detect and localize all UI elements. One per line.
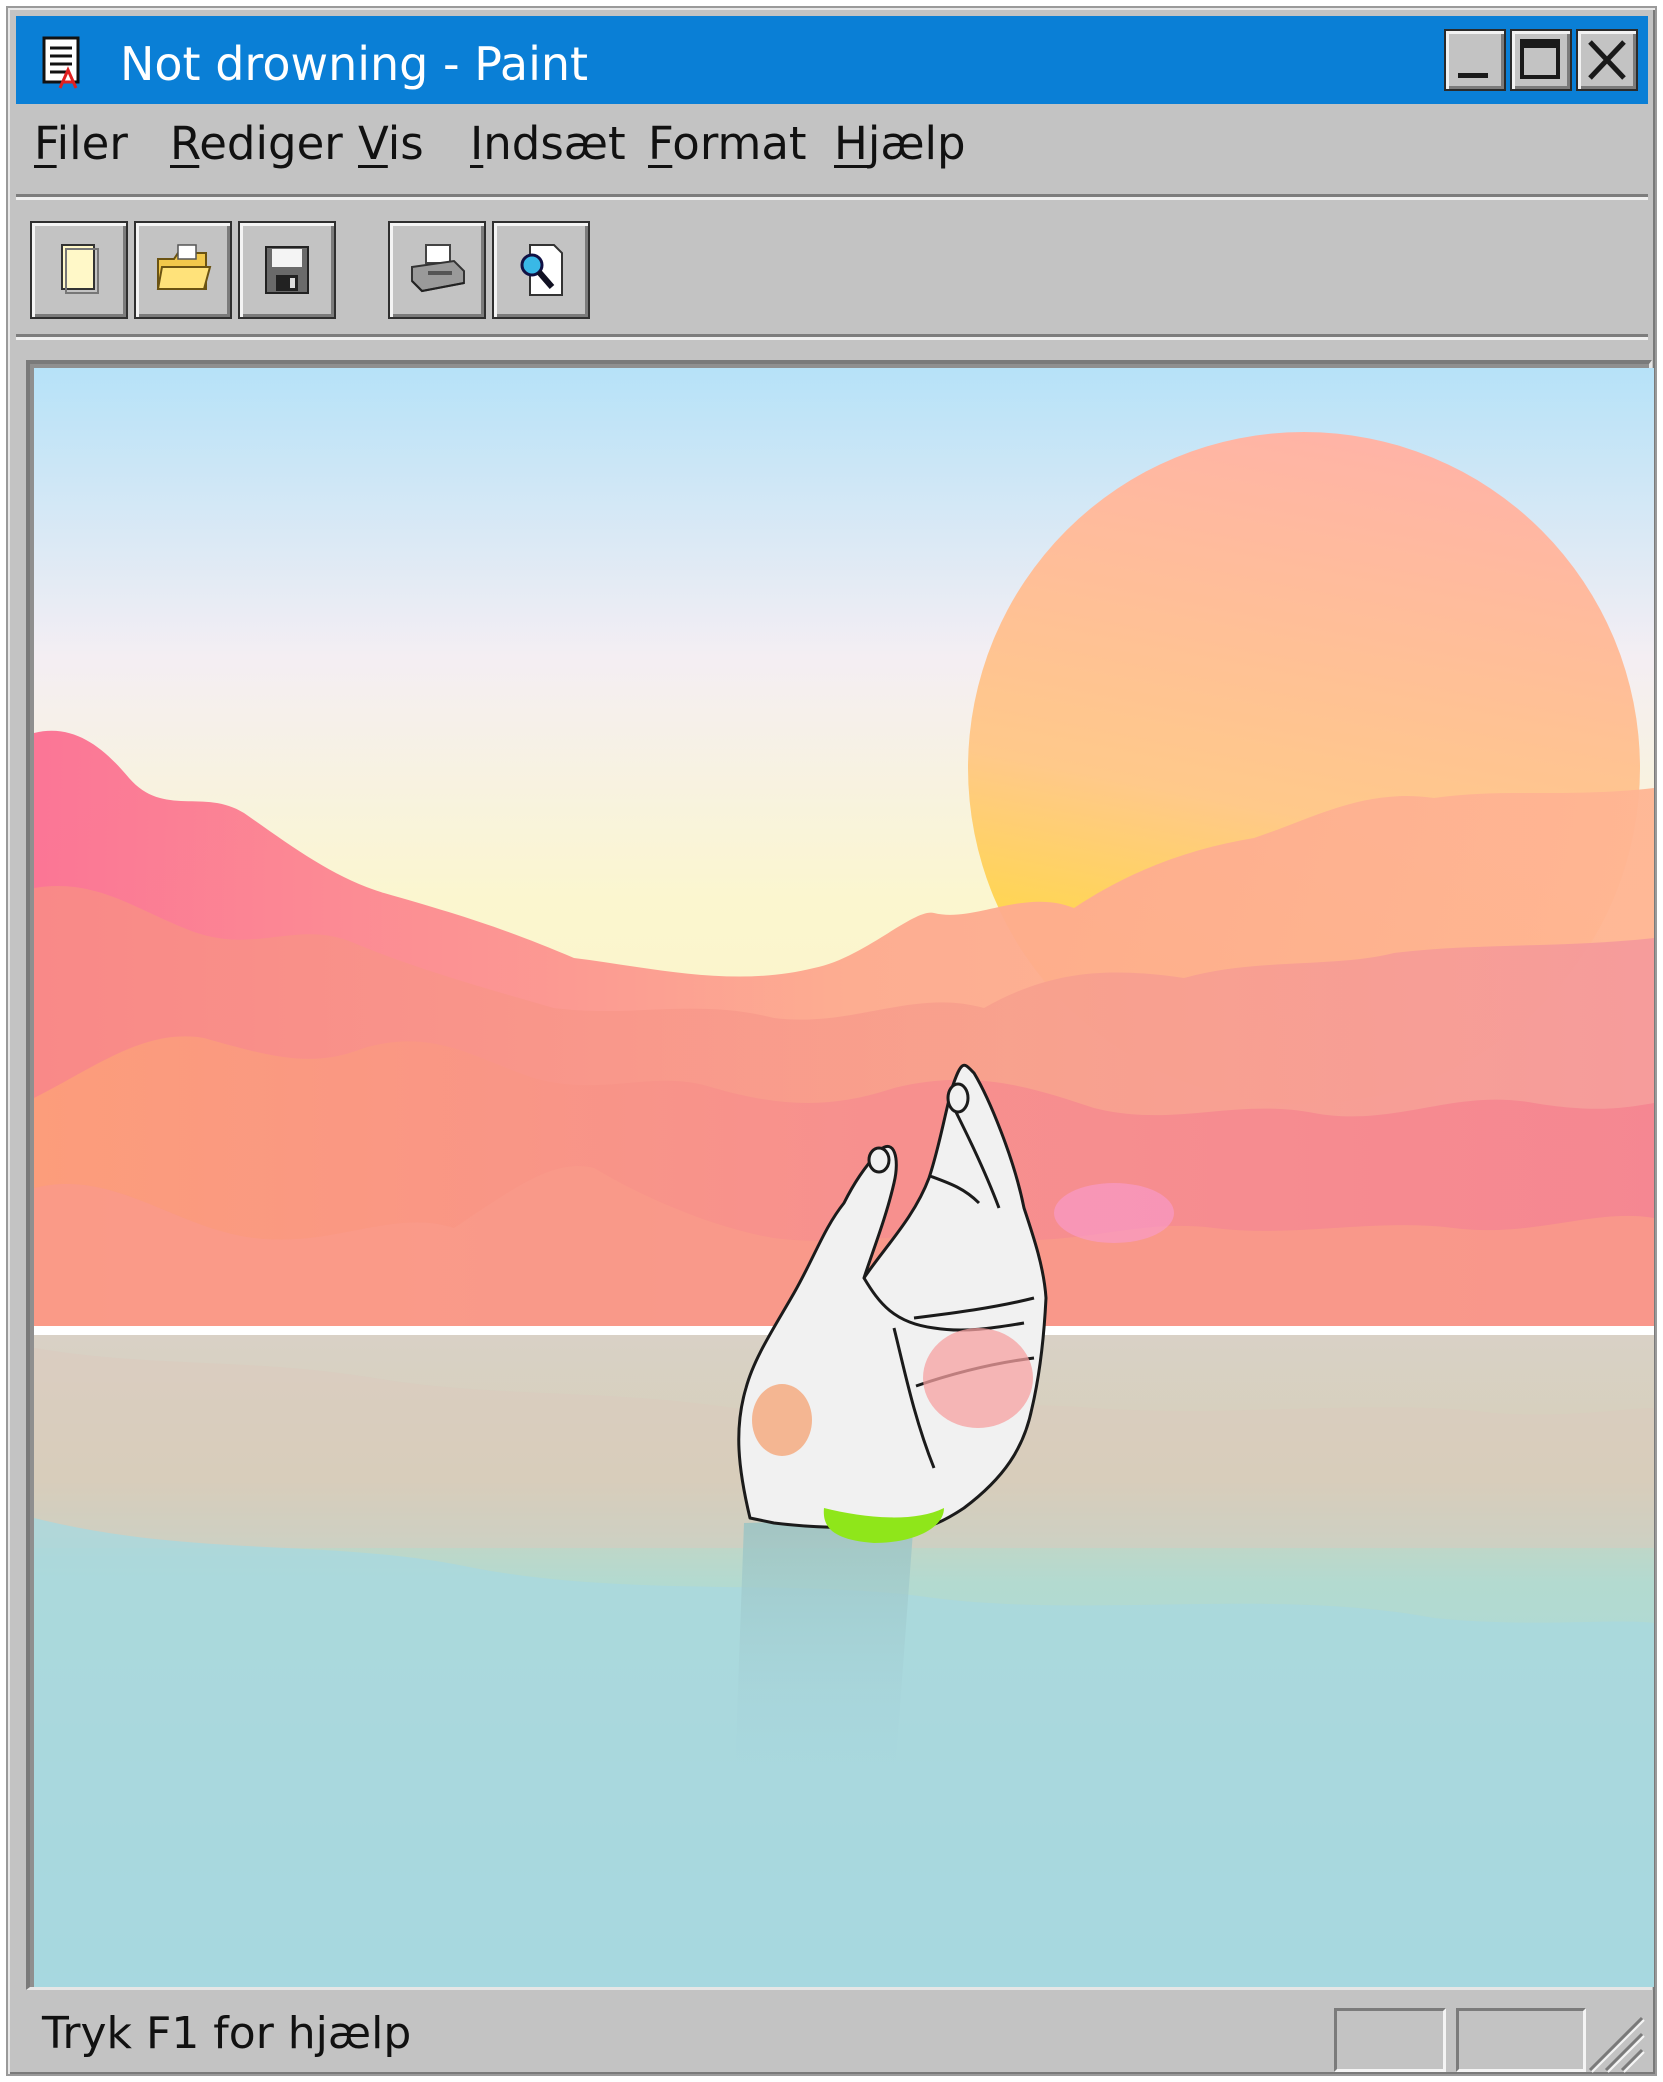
open-button[interactable] (134, 221, 232, 319)
menu-format[interactable]: Format (648, 116, 807, 172)
print-preview-button[interactable] (492, 221, 590, 319)
menu-separator (16, 194, 1648, 200)
status-cell-2 (1456, 2008, 1586, 2072)
status-cell-1 (1334, 2008, 1446, 2072)
drawing-canvas[interactable] (34, 368, 1654, 1987)
minimize-button[interactable] (1444, 29, 1506, 91)
title-bar[interactable]: Not drowning - Paint (16, 16, 1648, 104)
canvas-frame (26, 360, 1654, 1990)
open-folder-icon (156, 244, 212, 290)
close-button[interactable] (1576, 29, 1638, 91)
hand-rising-from-water-illustration (34, 368, 1654, 1987)
print-icon (411, 244, 465, 293)
menu-hjaelp[interactable]: Hjælp (834, 116, 966, 172)
paint-window: Not drowning - Paint Filer Rediger Vis I… (6, 6, 1657, 2076)
new-document-icon (61, 244, 99, 294)
window-title: Not drowning - Paint (120, 37, 589, 91)
menu-vis[interactable]: Vis (358, 116, 424, 172)
print-preview-icon (520, 244, 563, 296)
status-bar: Tryk F1 for hjælp (16, 1998, 1648, 2074)
status-help-text: Tryk F1 for hjælp (42, 2008, 412, 2059)
close-icon (1588, 40, 1626, 80)
resize-grip-icon[interactable] (1582, 2010, 1646, 2074)
print-button[interactable] (388, 221, 486, 319)
minimize-icon (1458, 73, 1488, 78)
toolbar-separator (16, 334, 1648, 340)
menu-rediger[interactable]: Rediger (170, 116, 343, 172)
menu-filer[interactable]: Filer (34, 116, 128, 172)
menu-indsaet[interactable]: Indsæt (470, 116, 626, 172)
maximize-icon (1520, 39, 1560, 79)
paint-document-icon (42, 36, 80, 89)
save-disk-icon (265, 246, 309, 294)
save-button[interactable] (238, 221, 336, 319)
maximize-button[interactable] (1510, 29, 1572, 91)
new-button[interactable] (30, 221, 128, 319)
